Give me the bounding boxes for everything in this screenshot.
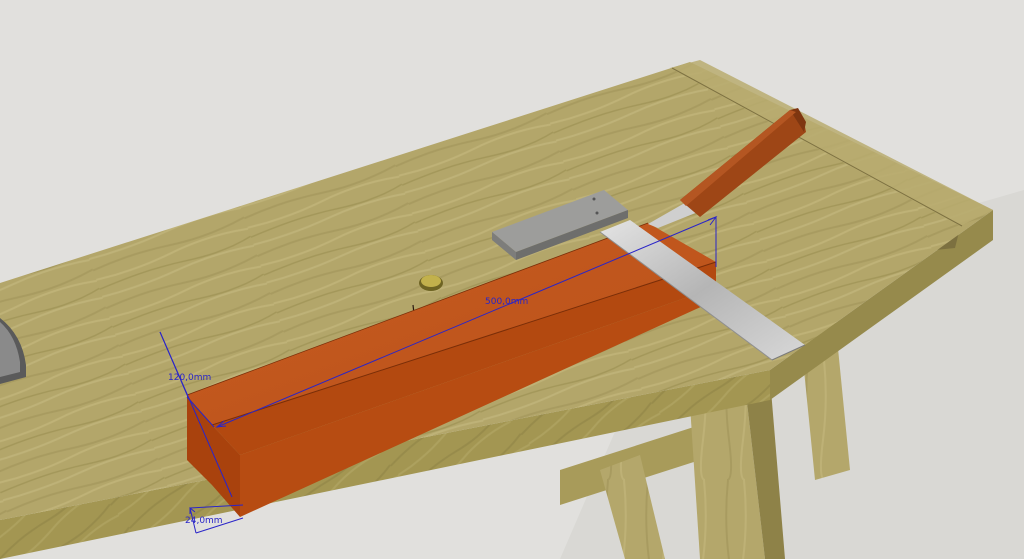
3d-viewport[interactable]: 500,0mm 120,0mm 24,0mm xyxy=(0,0,1024,559)
workbench-scene xyxy=(0,60,1024,559)
dimension-thickness-label: 24,0mm xyxy=(185,516,223,526)
dimension-length-label: 500,0mm xyxy=(485,297,529,307)
dimension-width-label: 120,0mm xyxy=(168,373,212,383)
